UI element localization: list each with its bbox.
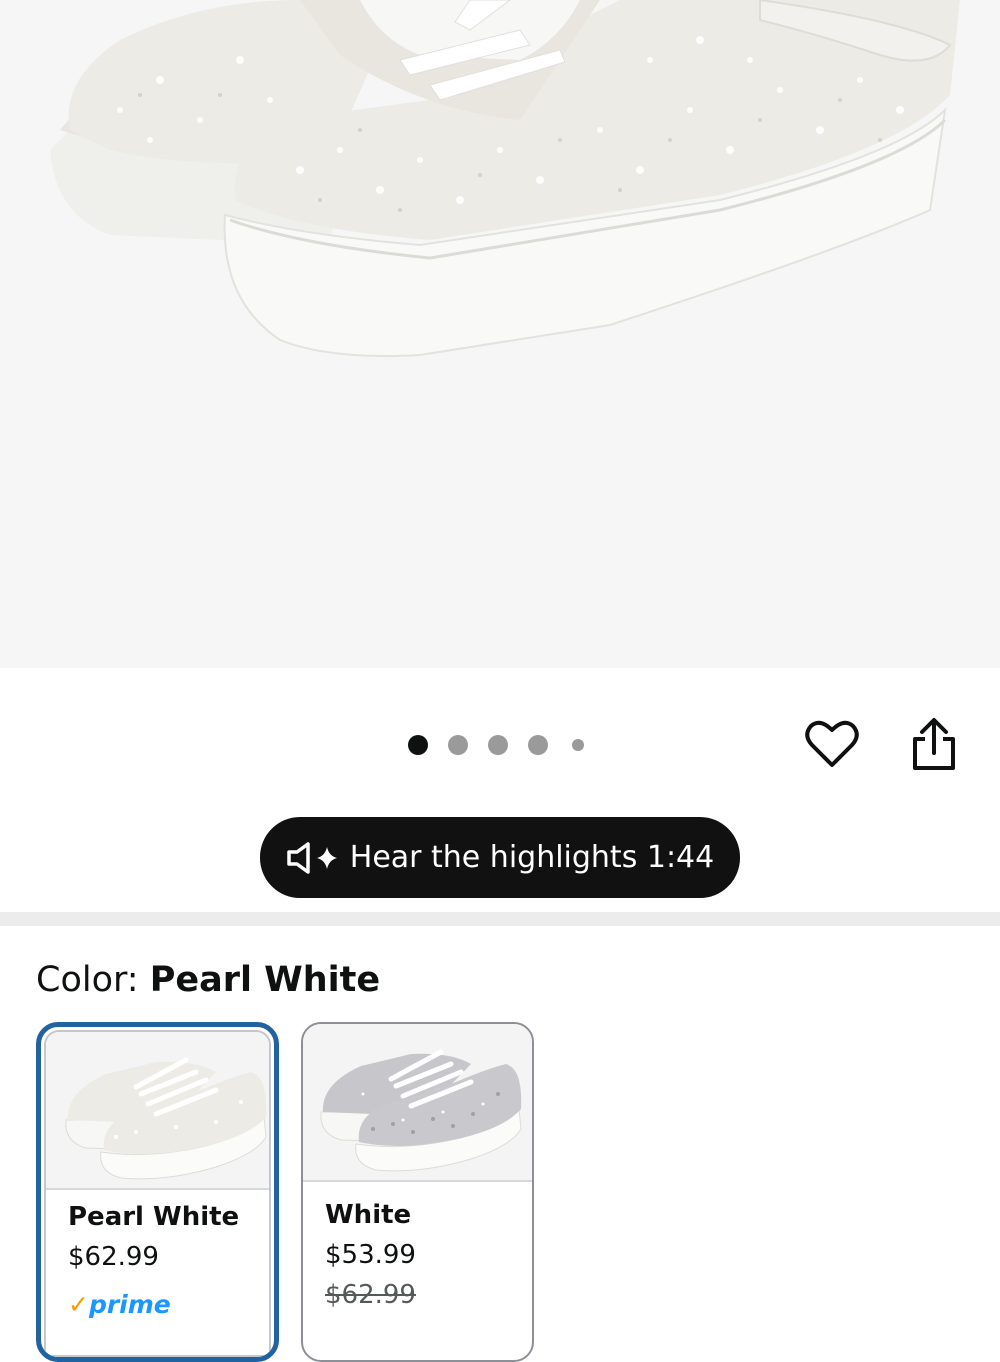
prime-check-icon: ✓ [68, 1290, 89, 1319]
swatch-thumbnail [303, 1024, 532, 1182]
carousel-dot[interactable] [528, 735, 548, 755]
hear-highlights-label: Hear the highlights 1:44 [349, 840, 715, 875]
share-button[interactable] [904, 714, 964, 778]
share-icon [910, 717, 958, 775]
carousel-dot[interactable] [488, 735, 508, 755]
carousel-indicator[interactable] [408, 735, 604, 755]
carousel-dot[interactable] [572, 739, 584, 751]
prime-label: prime [88, 1290, 171, 1319]
prime-badge: ✓prime [68, 1290, 171, 1319]
swatch-name: White [325, 1200, 412, 1230]
heart-outline-icon [805, 719, 859, 773]
selected-color-name: Pearl White [149, 960, 381, 1000]
speaker-sparkle-icon [286, 841, 342, 875]
carousel-dot[interactable] [448, 735, 468, 755]
color-swatch-pearl-white[interactable]: Pearl White $62.99 ✓prime [36, 1022, 279, 1362]
swatch-price: $62.99 [68, 1242, 159, 1272]
favorite-button[interactable] [800, 716, 864, 776]
color-prefix: Color: [36, 960, 150, 1000]
carousel-dot[interactable] [408, 735, 428, 755]
swatch-card: Pearl White $62.99 ✓prime [44, 1030, 271, 1357]
color-swatch-white[interactable]: White $53.99 $62.99 [301, 1022, 534, 1362]
swatch-name: Pearl White [68, 1202, 240, 1232]
color-label: Color: Pearl White [36, 960, 380, 1000]
swatch-price: $53.99 [325, 1240, 416, 1270]
product-image[interactable] [0, 0, 1000, 668]
swatch-thumbnail [46, 1032, 269, 1190]
section-divider [0, 912, 1000, 926]
hear-highlights-button[interactable]: Hear the highlights 1:44 [260, 817, 740, 898]
swatch-list-price: $62.99 [325, 1280, 416, 1310]
